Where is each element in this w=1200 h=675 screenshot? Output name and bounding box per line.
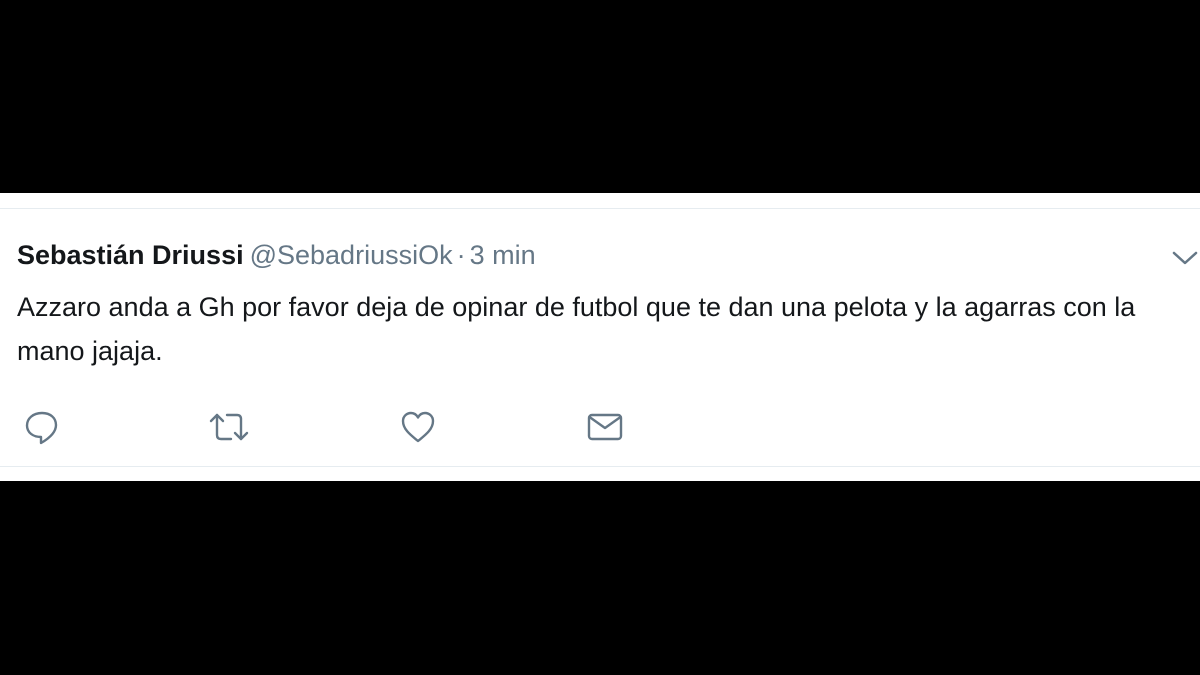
direct-message-button[interactable] <box>583 405 627 449</box>
author-name[interactable]: Sebastián Driussi <box>17 240 244 270</box>
reply-icon <box>25 411 58 445</box>
tweet-card: Sebastián Driussi @SebadriussiOk · 3 min Az… <box>0 193 1200 481</box>
like-icon <box>401 411 435 443</box>
tweet-actions <box>0 405 1200 449</box>
direct-message-icon <box>587 413 623 441</box>
divider <box>0 208 1200 209</box>
tweet-text: Azzaro anda a Gh por favor deja de opina… <box>17 292 1136 366</box>
tweet-menu-button[interactable] <box>1170 248 1200 268</box>
retweet-icon <box>209 413 249 441</box>
chevron-down-icon <box>1172 251 1198 265</box>
letterbox-bottom <box>0 481 1200 675</box>
divider <box>0 466 1200 467</box>
separator-dot: · <box>456 240 466 270</box>
letterbox-top <box>0 0 1200 193</box>
retweet-button[interactable] <box>207 405 251 449</box>
author-handle[interactable]: @SebadriussiOk <box>250 240 453 270</box>
tweet-header: Sebastián Driussi @SebadriussiOk · 3 min <box>17 239 536 271</box>
timestamp[interactable]: 3 min <box>470 240 536 270</box>
like-button[interactable] <box>396 405 440 449</box>
reply-button[interactable] <box>20 405 64 449</box>
